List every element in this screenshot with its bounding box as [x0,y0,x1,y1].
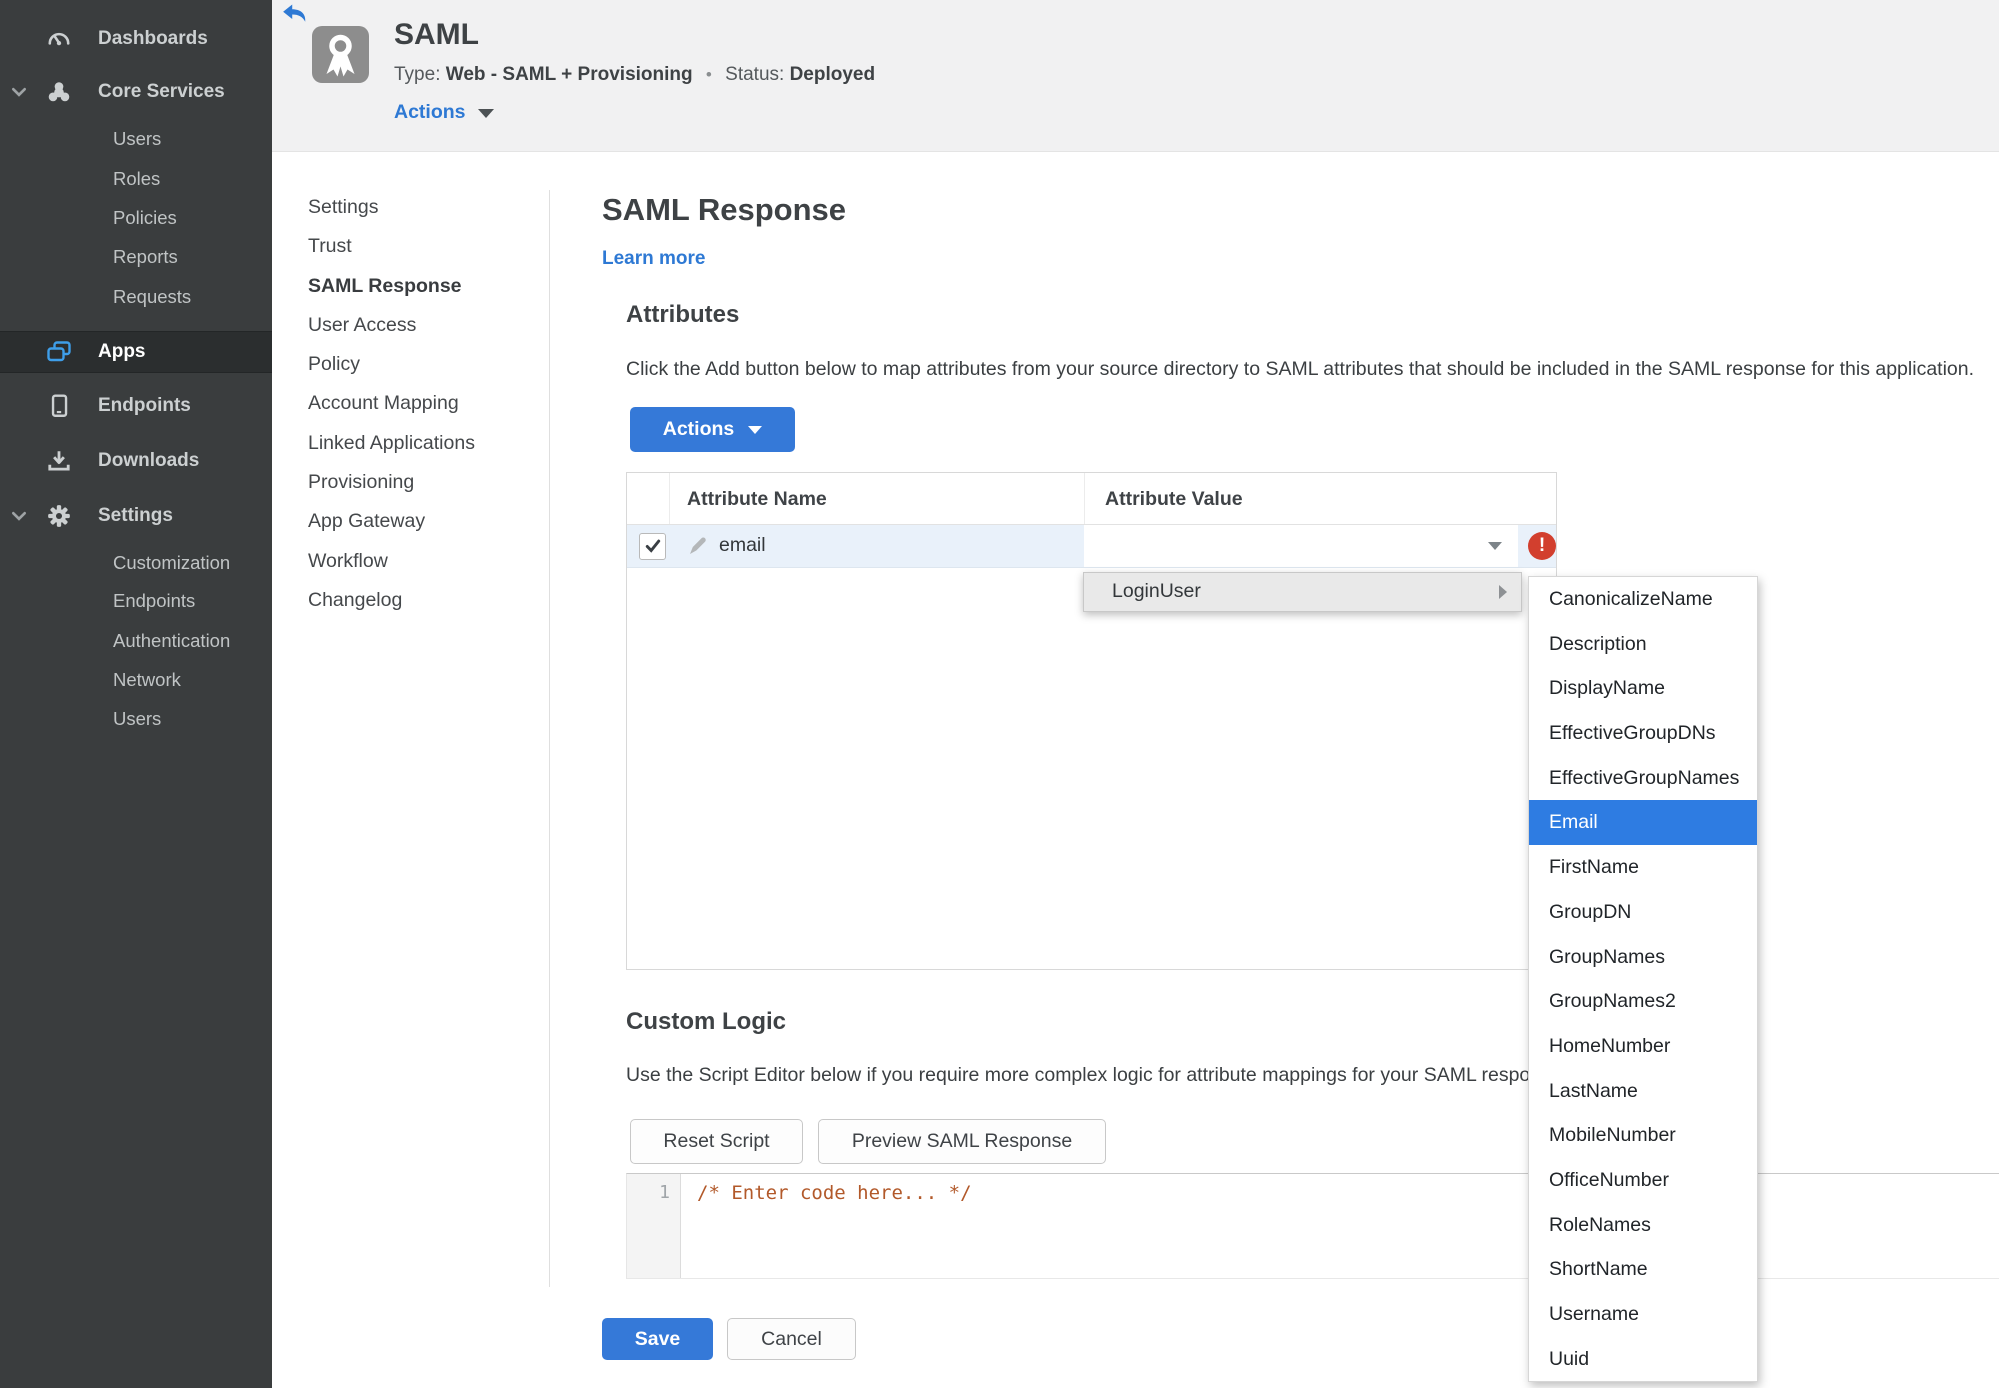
submenu-item-mobilenumber[interactable]: MobileNumber [1529,1113,1757,1158]
chevron-down-icon [477,109,494,118]
app-subnav: Settings Trust SAML Response User Access… [308,188,475,620]
attribute-name-cell: email [719,534,766,556]
subnav-item-user-access[interactable]: User Access [308,306,475,345]
tablet-icon [46,393,72,419]
submenu-item-homenumber[interactable]: HomeNumber [1529,1024,1757,1069]
attributes-actions-button[interactable]: Actions [630,407,795,452]
custom-logic-heading: Custom Logic [626,1008,786,1035]
subnav-item-policy[interactable]: Policy [308,345,475,384]
cancel-button[interactable]: Cancel [727,1318,856,1360]
chevron-down-icon [11,85,27,99]
preview-saml-response-button[interactable]: Preview SAML Response [818,1119,1106,1164]
custom-logic-description: Use the Script Editor below if you requi… [626,1064,1568,1086]
page-title: SAML [394,18,479,51]
subnav-item-workflow[interactable]: Workflow [308,542,475,581]
row-checkbox[interactable] [639,533,666,560]
submenu-item-effectivegroupnames[interactable]: EffectiveGroupNames [1529,756,1757,801]
subnav-item-trust[interactable]: Trust [308,227,475,266]
subnav-item-account-mapping[interactable]: Account Mapping [308,384,475,423]
submenu-item-email[interactable]: Email [1529,800,1757,846]
chevron-down-icon [1488,542,1502,550]
attribute-value-combobox[interactable] [1084,525,1518,567]
submenu-item-effectivegroupdns[interactable]: EffectiveGroupDNs [1529,711,1757,756]
subnav-item-provisioning[interactable]: Provisioning [308,463,475,502]
save-button[interactable]: Save [602,1318,713,1360]
type-value: Web - SAML + Provisioning [445,64,693,85]
submenu-item-groupdn[interactable]: GroupDN [1529,890,1757,935]
sidebar-item-downloads[interactable]: Downloads [0,441,272,481]
sidebar-item-authentication[interactable]: Authentication [0,621,272,661]
submenu-item-uuid[interactable]: Uuid [1529,1337,1757,1382]
apps-icon [46,339,72,365]
attributes-description: Click the Add button below to map attrib… [626,358,1975,380]
sidebar-item-network[interactable]: Network [0,660,272,700]
subnav-item-settings[interactable]: Settings [308,188,475,227]
edit-pencil-icon[interactable] [687,535,709,557]
sidebar-item-reports[interactable]: Reports [0,237,272,277]
submenu-item-groupnames[interactable]: GroupNames [1529,935,1757,980]
subnav-item-linked-applications[interactable]: Linked Applications [308,424,475,463]
app-header: SAML Type: Web - SAML + Provisioning • S… [272,0,1999,152]
section-title: SAML Response [602,192,847,227]
status-label: Status: [725,64,785,85]
separator-dot: • [705,65,712,84]
sidebar-item-users-settings[interactable]: Users [0,699,272,739]
status-badge: Deployed [789,64,876,85]
submenu-item-canonicalizename[interactable]: CanonicalizeName [1529,577,1757,622]
submenu-item-firstname[interactable]: FirstName [1529,845,1757,890]
column-header-attribute-value: Attribute Value [1084,473,1556,524]
sidebar: Dashboards Core Services Users Roles Pol… [0,0,272,1388]
sidebar-item-users[interactable]: Users [0,119,272,159]
submenu-item-officenumber[interactable]: OfficeNumber [1529,1158,1757,1203]
gear-icon [46,503,72,529]
table-header: Attribute Name Attribute Value [627,473,1556,525]
learn-more-link[interactable]: Learn more [602,248,705,270]
subnav-item-changelog[interactable]: Changelog [308,581,475,620]
chevron-down-icon [748,425,763,434]
header-actions-dropdown[interactable]: Actions [394,101,494,124]
submenu-item-username[interactable]: Username [1529,1292,1757,1337]
sidebar-item-roles[interactable]: Roles [0,159,272,199]
download-icon [46,448,72,474]
chevron-right-icon [1499,585,1507,599]
submenu-item-rolenames[interactable]: RoleNames [1529,1203,1757,1248]
value-menu-item-loginuser[interactable]: LoginUser [1083,572,1522,612]
reset-script-button[interactable]: Reset Script [630,1119,803,1164]
submenu-item-shortname[interactable]: ShortName [1529,1247,1757,1292]
editor-code-area[interactable]: /* Enter code here... */ [697,1182,972,1204]
sidebar-item-policies[interactable]: Policies [0,198,272,238]
core-services-icon [46,79,72,105]
subnav-item-app-gateway[interactable]: App Gateway [308,502,475,541]
submenu-item-displayname[interactable]: DisplayName [1529,666,1757,711]
attributes-heading: Attributes [626,301,740,328]
chevron-down-icon [11,509,27,523]
submenu-item-description[interactable]: Description [1529,622,1757,667]
sidebar-item-endpoints[interactable]: Endpoints [0,386,272,426]
type-label: Type: [394,64,441,85]
column-header-attribute-name: Attribute Name [669,473,1084,524]
sidebar-item-endpoints-settings[interactable]: Endpoints [0,581,272,621]
sidebar-item-requests[interactable]: Requests [0,277,272,317]
gauge-icon [46,26,72,52]
app-window: Dashboards Core Services Users Roles Pol… [0,0,1999,1388]
value-submenu: CanonicalizeName Description DisplayName… [1528,576,1758,1383]
app-meta: Type: Web - SAML + Provisioning • Status… [394,64,875,86]
submenu-item-groupnames2[interactable]: GroupNames2 [1529,979,1757,1024]
script-editor: 1 /* Enter code here... */ [626,1173,1999,1279]
back-arrow-icon[interactable] [282,4,307,24]
attributes-table: Attribute Name Attribute Value email ! [626,472,1557,970]
submenu-item-lastname[interactable]: LastName [1529,1069,1757,1114]
sidebar-item-apps[interactable]: Apps [0,331,272,373]
editor-line-number-gutter: 1 [627,1174,681,1278]
sidebar-item-dashboards[interactable]: Dashboards [0,19,272,59]
subnav-item-saml-response[interactable]: SAML Response [308,267,475,306]
sidebar-item-customization[interactable]: Customization [0,543,272,583]
sidebar-item-settings[interactable]: Settings [0,496,272,536]
ribbon-medal-icon [312,26,369,83]
error-icon: ! [1528,532,1556,560]
sidebar-item-core-services[interactable]: Core Services [0,72,272,112]
subnav-divider [549,190,550,1287]
table-row[interactable]: email ! [627,525,1556,568]
